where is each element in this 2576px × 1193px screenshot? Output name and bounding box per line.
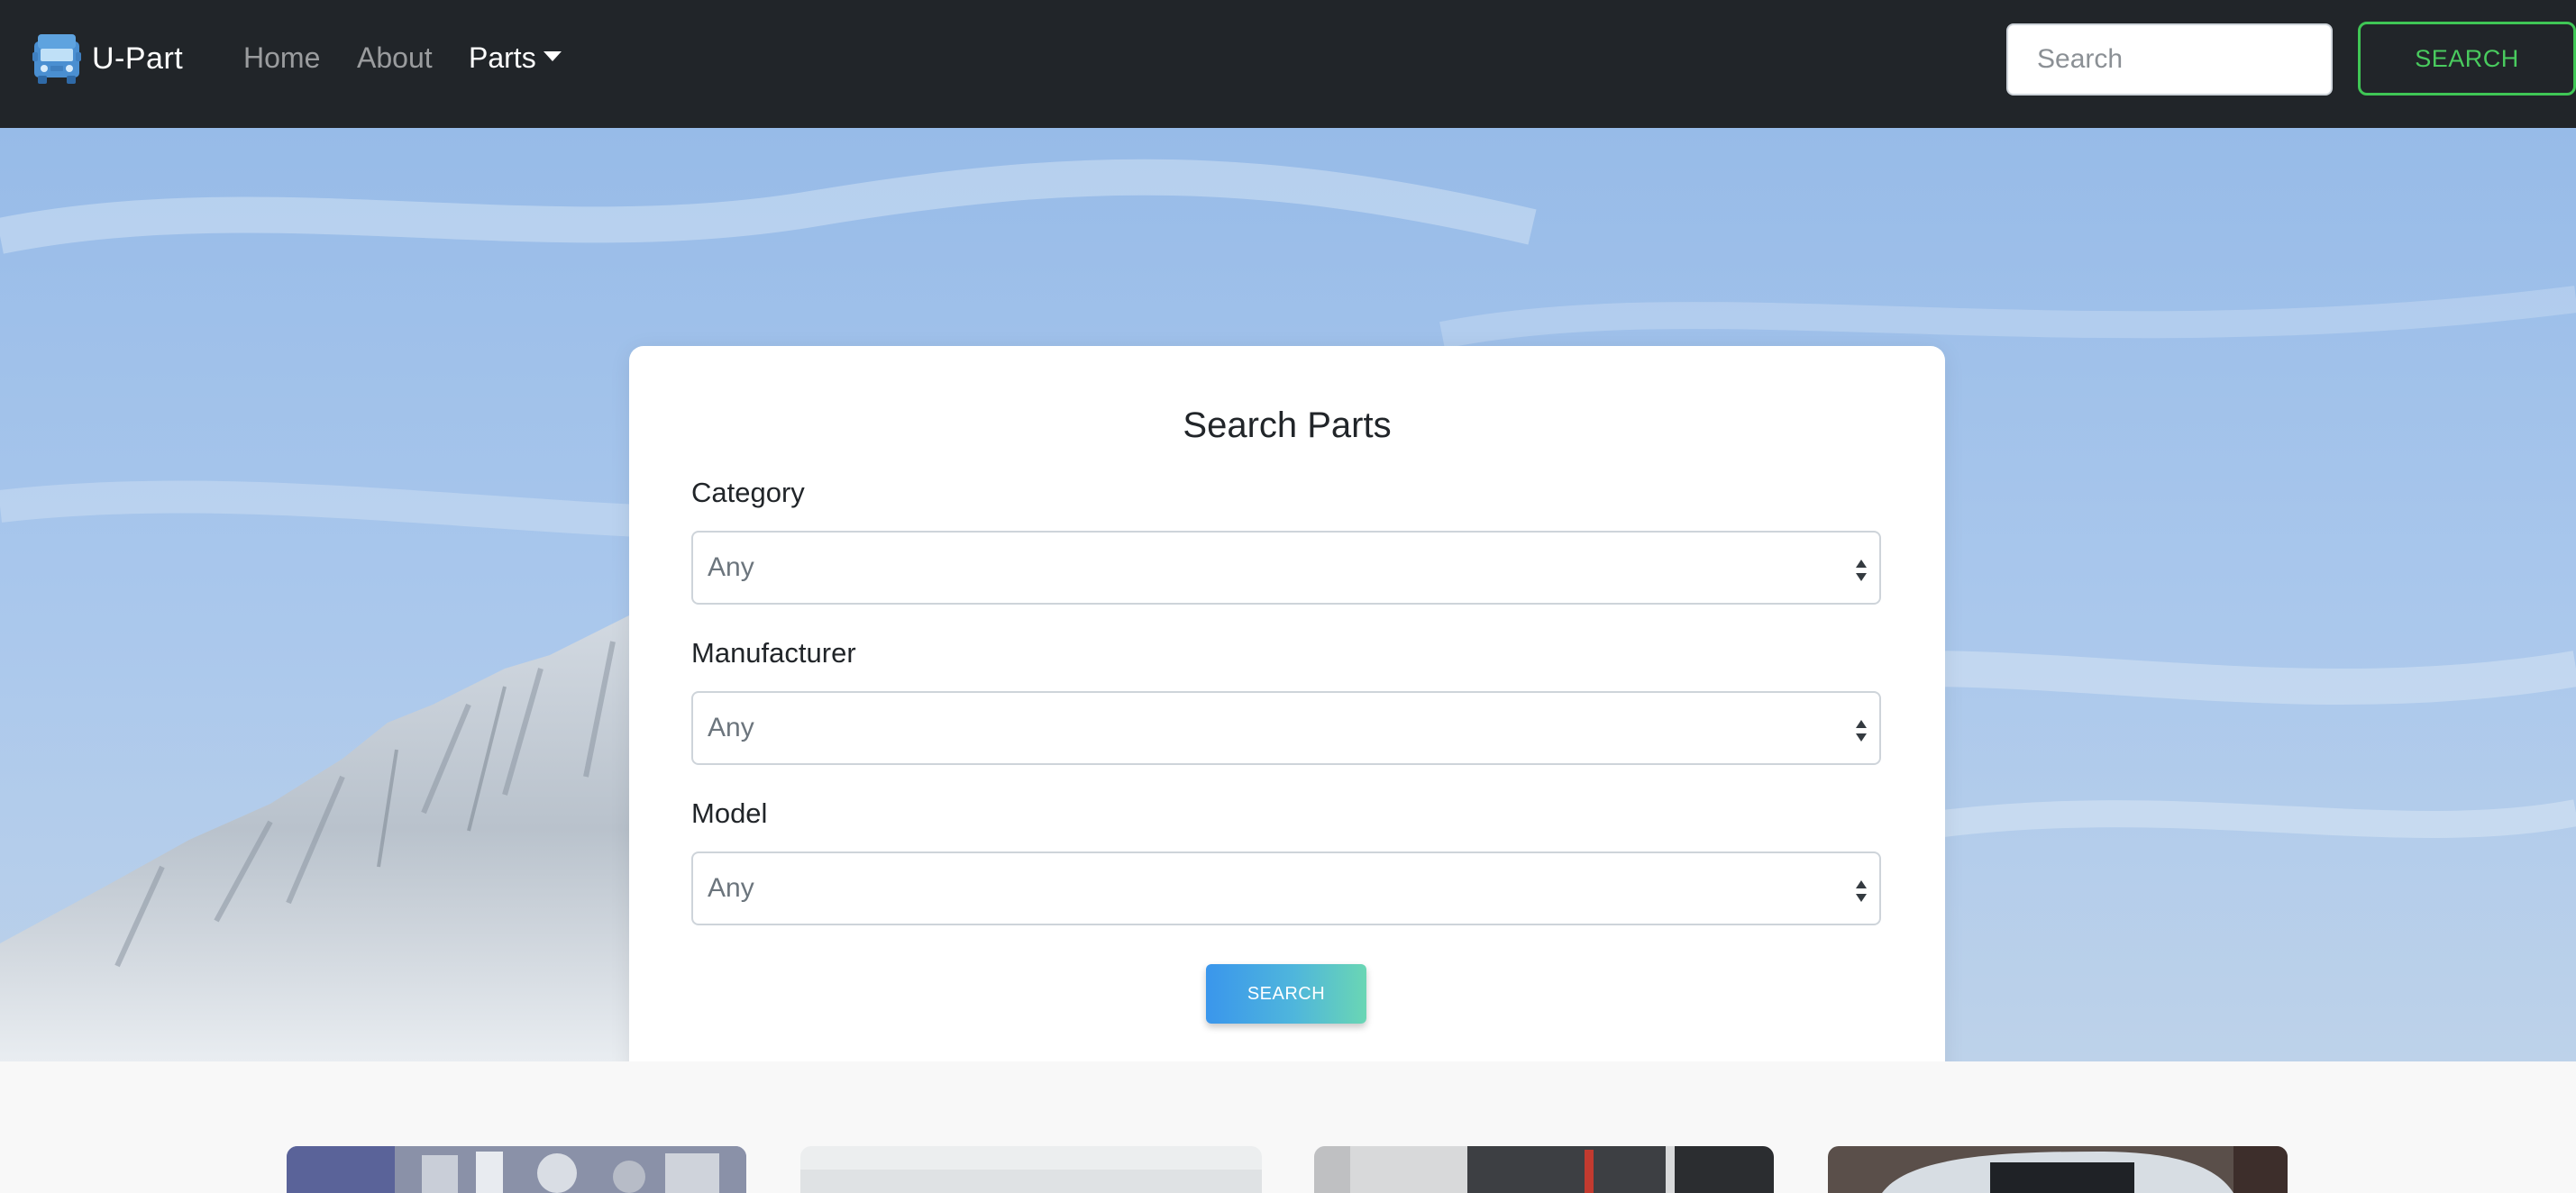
category-thumbnail-garage[interactable] <box>1314 1146 1774 1193</box>
nav-about-link[interactable]: About <box>357 40 433 76</box>
caret-down-icon <box>543 50 562 61</box>
model-label: Model <box>691 797 768 829</box>
nav-search-input[interactable] <box>2006 23 2333 96</box>
category-thumbnail-engine[interactable] <box>287 1146 746 1193</box>
top-navbar: U-Part Home About Parts SEARCH <box>0 0 2576 128</box>
nav-parts-label: Parts <box>469 41 536 74</box>
engine-parts-image <box>287 1146 746 1193</box>
category-select[interactable]: Any <box>691 531 1881 605</box>
category-select-value: Any <box>708 552 754 582</box>
search-parts-title: Search Parts <box>1183 405 1392 445</box>
nav-home-link[interactable]: Home <box>243 40 320 76</box>
nav-search-button[interactable]: SEARCH <box>2358 22 2576 96</box>
select-arrows-icon <box>1856 880 1867 902</box>
model-select[interactable]: Any <box>691 851 1881 925</box>
truck-icon <box>32 34 81 84</box>
body-parts-image <box>800 1146 1262 1193</box>
manufacturer-select[interactable]: Any <box>691 691 1881 765</box>
hero-banner: Search Parts Category Any Manufacturer A… <box>0 128 2576 1061</box>
brand-name: U-Part <box>92 41 184 76</box>
search-submit-button[interactable]: SEARCH <box>1206 964 1366 1024</box>
search-parts-card: Search Parts Category Any Manufacturer A… <box>629 346 1945 1061</box>
category-thumbnail-truck[interactable] <box>1828 1146 2288 1193</box>
category-label: Category <box>691 477 805 508</box>
brand-link[interactable]: U-Part <box>29 31 183 87</box>
nav-parts-dropdown[interactable]: Parts <box>469 40 562 76</box>
garage-image <box>1314 1146 1774 1193</box>
truck-image <box>1828 1146 2288 1193</box>
manufacturer-label: Manufacturer <box>691 637 856 669</box>
select-arrows-icon <box>1856 560 1867 581</box>
manufacturer-select-value: Any <box>708 713 754 742</box>
category-thumbnail-body[interactable] <box>800 1146 1262 1193</box>
select-arrows-icon <box>1856 720 1867 742</box>
model-select-value: Any <box>708 873 754 903</box>
